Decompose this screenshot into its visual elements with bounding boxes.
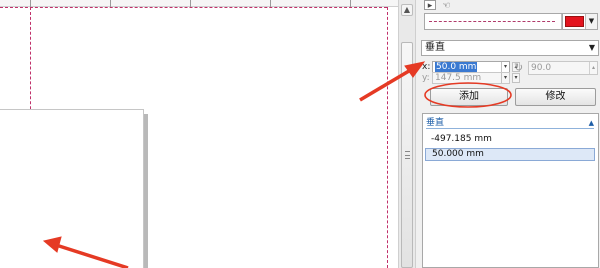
list-item[interactable]: -497.185 mm (425, 133, 595, 146)
line-style-dropdown[interactable]: ▼ (424, 13, 574, 30)
y-coordinate-input: 147.5 mm ▾ ▾ (432, 72, 520, 84)
unit-dropdown-icon[interactable]: ▾ (501, 62, 509, 72)
spin-icon: ▴ (589, 62, 597, 74)
dashed-line-preview (429, 21, 555, 22)
list-group-title: 垂直 (426, 118, 445, 128)
orientation-value: 垂直 (425, 42, 445, 53)
add-guide-button[interactable]: 添加 (430, 88, 508, 106)
collapse-icon[interactable]: ▲ (589, 117, 594, 129)
horizontal-guideline[interactable] (0, 7, 387, 8)
modify-guide-button[interactable]: 修改 (515, 88, 596, 106)
orientation-select[interactable]: 垂直 ▼ (421, 40, 599, 56)
guidelines-list[interactable]: 垂直 ▲ -497.185 mm 50.000 mm (422, 113, 599, 268)
color-swatch (565, 16, 584, 27)
angle-value: 90.0 (531, 63, 552, 73)
horizontal-ruler[interactable] (0, 0, 398, 7)
guide-color-picker[interactable]: ▼ (562, 13, 598, 30)
document-page (0, 109, 144, 268)
chevron-down-icon[interactable]: ▼ (586, 41, 598, 55)
y-label: y: (422, 73, 430, 83)
angle-input: 90.0 ▴ (528, 61, 598, 75)
list-item-selected[interactable]: 50.000 mm (425, 148, 595, 161)
unit-dropdown-icon: ▾ (501, 73, 509, 83)
list-group-header[interactable]: 垂直 ▲ (426, 117, 594, 129)
rotate-icon: ↻ (514, 61, 524, 74)
pointer-hand-icon[interactable]: ☜ (442, 1, 454, 11)
guidelines-docker: ▸ ☜ ▼ ▼ 垂直 ▼ x: 50.0 mm ▾ ▴ y: 147.5 mm … (416, 0, 600, 268)
vertical-scrollbar[interactable]: ▲ (398, 0, 416, 268)
grip-icon (405, 151, 410, 159)
docker-toolbar: ▸ ☜ (424, 0, 457, 12)
cursor-arrow-icon[interactable]: ▸ (424, 0, 436, 11)
scroll-thumb[interactable] (401, 42, 413, 268)
chevron-down-icon[interactable]: ▼ (585, 14, 597, 29)
scroll-up-button[interactable]: ▲ (401, 4, 413, 16)
y-value: 147.5 mm (435, 73, 482, 83)
spin-down-icon: ▾ (512, 73, 520, 83)
x-value[interactable]: 50.0 mm (435, 62, 478, 72)
vertical-guideline-right[interactable] (387, 7, 388, 268)
drawing-canvas[interactable] (0, 0, 398, 268)
